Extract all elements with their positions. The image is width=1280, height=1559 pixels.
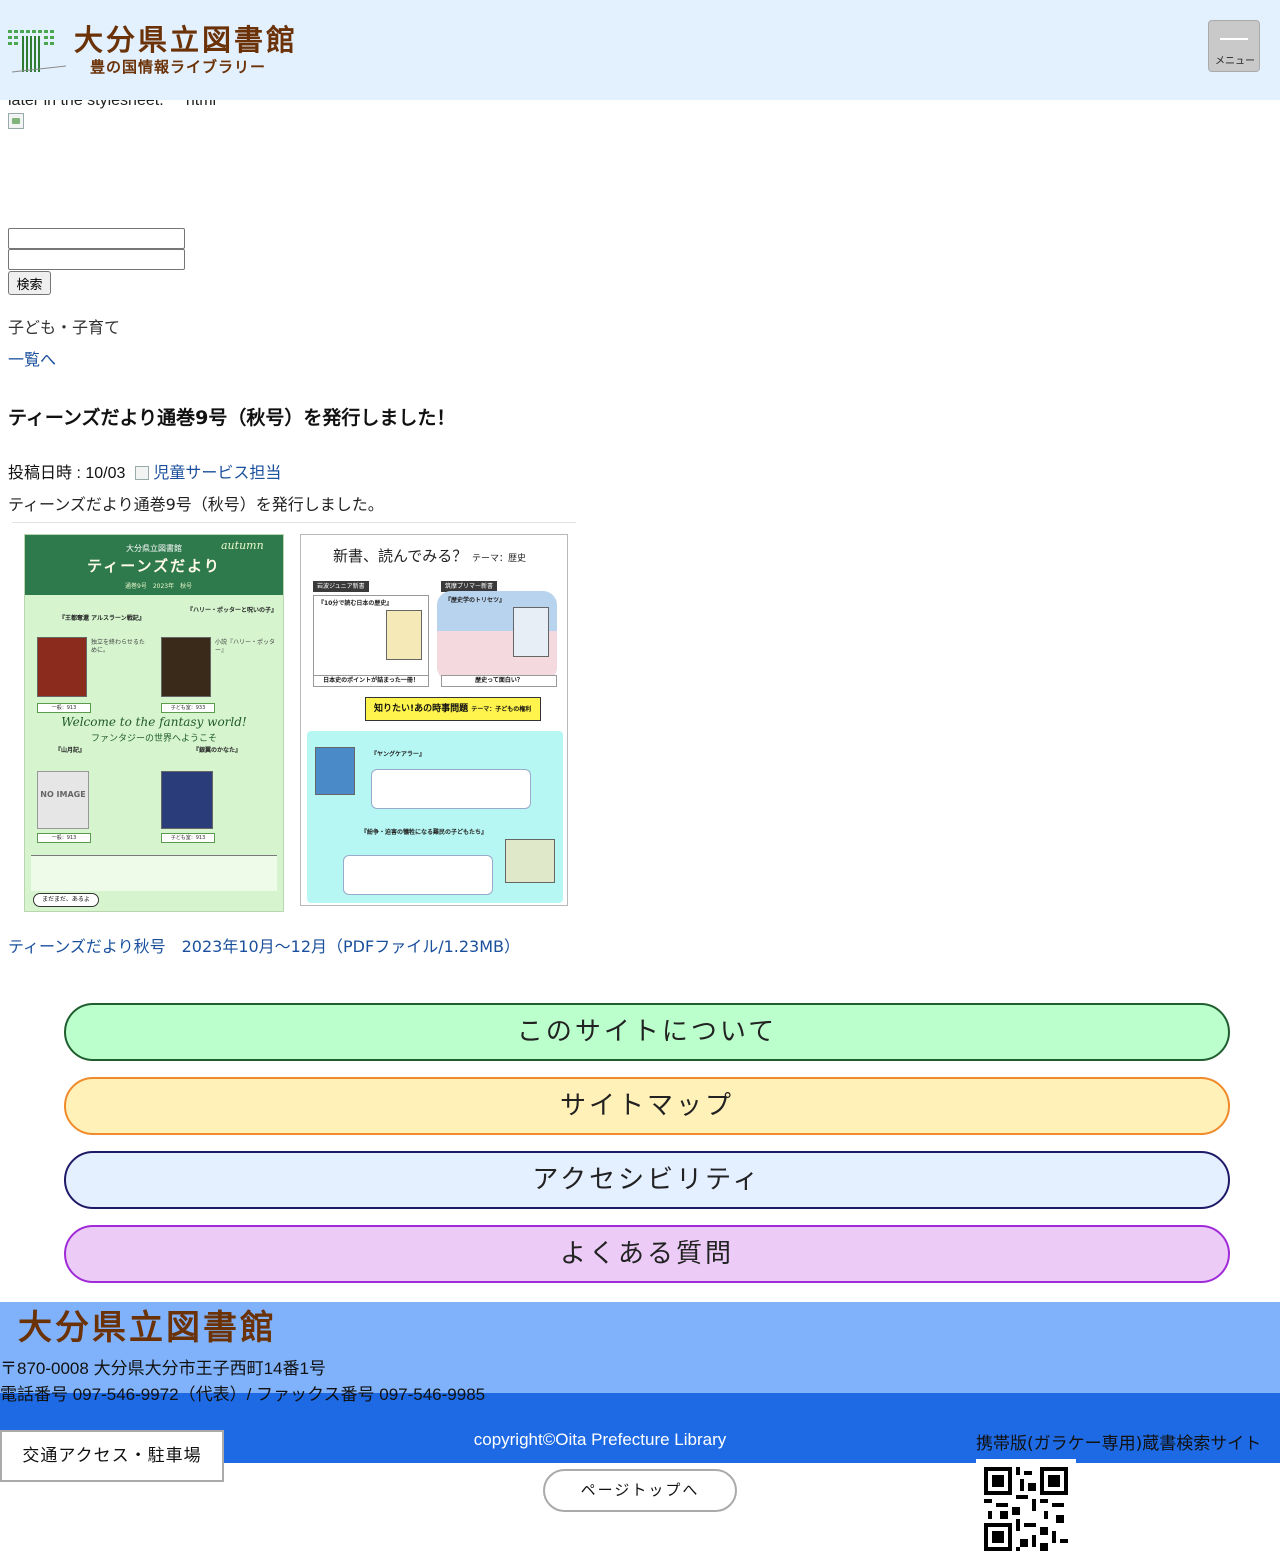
nl-issue: 通巻9号 2023年 秋号: [125, 583, 193, 590]
search-input-2[interactable]: [8, 249, 185, 270]
nl-more-pill: まだまだ、あるよ: [33, 893, 99, 907]
footer-phone: 電話番号 097-546-9972（代表）/ ファックス番号 097-546-9…: [0, 1385, 486, 1404]
footer-logo: 大分県立図書館: [18, 1308, 277, 1348]
post-meta: 投稿日時 : 10/03 児童サービス担当: [8, 462, 281, 485]
nl-tag1: 一般：913: [37, 703, 91, 713]
about-site-button[interactable]: このサイトについて: [64, 1003, 1230, 1061]
logo-subtitle: 豊の国情報ライブラリー: [90, 58, 267, 76]
site-header: 大分県立図書館 豊の国情報ライブラリー メニュー: [0, 0, 1280, 100]
author-link[interactable]: 児童サービス担当: [153, 463, 281, 482]
nl-welcome-en: Welcome to the fantasy world!: [61, 715, 247, 729]
nl-box-right: 『歴史学のトリセツ』: [437, 591, 557, 681]
post-date: 投稿日時 : 10/03: [8, 465, 126, 482]
nl-current-events-banner: 知りたい!あの時事問題 テーマ：子どもの権利: [365, 697, 541, 721]
newsletter-page-left: 大分県立図書館 ティーンズだより autumn 通巻9号 2023年 秋号 『王…: [24, 534, 284, 912]
access-parking-button[interactable]: 交通アクセス・駐車場: [0, 1430, 224, 1482]
hamburger-icon: [1220, 38, 1248, 40]
nl-book2: 『ハリー・ポッターと呪いの子』: [187, 607, 278, 614]
category-label: 子ども・子育て: [8, 318, 121, 337]
nl-btn-left: 日本史のポイントが詰まった一冊！: [313, 675, 429, 687]
divider: [12, 522, 576, 523]
footer-top: 大分県立図書館: [0, 1302, 1280, 1394]
nl-tag3: 一般：913: [37, 833, 91, 843]
pdf-download-link[interactable]: ティーンズだより秋号 2023年10月～12月（PDFファイル/1.23MB）: [8, 936, 520, 958]
broken-image-icon: [8, 113, 24, 129]
back-to-list-link[interactable]: 一覧へ: [8, 350, 56, 370]
menu-button[interactable]: メニュー: [1208, 20, 1260, 72]
nl-cover1: [37, 637, 87, 697]
sitemap-button[interactable]: サイトマップ: [64, 1077, 1230, 1135]
nl-tag2: 子ども室：933: [161, 703, 215, 713]
faq-button[interactable]: よくある質問: [64, 1225, 1230, 1283]
nl-cover2: [161, 637, 211, 697]
author-image-icon: [135, 466, 150, 480]
nl-booklist-table: [31, 855, 277, 891]
search-input-1[interactable]: [8, 228, 185, 249]
nl-welcome-jp: ファンタジーの世界へようこそ: [90, 734, 217, 744]
nl-btn-right: 歴史って面白い？: [441, 675, 557, 687]
chalkboard-header: 大分県立図書館 ティーンズだより autumn 通巻9号 2023年 秋号: [25, 535, 283, 595]
nl-label-left: 岩波ジュニア新書: [313, 581, 369, 592]
footer-address: 〒870-0008 大分県大分市王子西町14番1号: [0, 1359, 326, 1378]
nl-tag4: 子ども室：913: [161, 833, 215, 843]
nl-book3: 『山月記』: [55, 747, 86, 754]
newsletter-image: 大分県立図書館 ティーンズだより autumn 通巻9号 2023年 秋号 『王…: [14, 528, 574, 918]
search-button[interactable]: 検索: [8, 271, 51, 295]
nl-title: ティーンズだより: [87, 557, 221, 575]
accessibility-button[interactable]: アクセシビリティ: [64, 1151, 1230, 1209]
nl-no-image: NO IMAGE: [37, 771, 89, 829]
qr-code-icon: [976, 1459, 1076, 1559]
article-title: ティーンズだより通巻9号（秋号）を発行しました！: [8, 407, 456, 429]
nl-box-left: 『10分で読む日本の歴史』: [313, 595, 429, 687]
logo-title: 大分県立図書館: [74, 23, 299, 57]
nl-shinsho-heading: 新書、読んでみる？ テーマ：歴史: [333, 547, 527, 565]
newsletter-page-right: 新書、読んでみる？ テーマ：歴史 岩波ジュニア新書 筑摩プリマー新書 『10分で…: [300, 534, 568, 906]
menu-button-label: メニュー: [1215, 56, 1255, 67]
nl-book1: 『王都奪還 アルスラーン戦記』: [59, 615, 145, 622]
library-logo-icon: [8, 30, 66, 73]
article-intro: ティーンズだより通巻9号（秋号）を発行しました。: [8, 495, 384, 514]
nl-cyan-area: 『ヤングケアラー』 『紛争・迫害の犠牲になる難民の子どもたち』: [307, 731, 563, 903]
mobile-site-link[interactable]: 携帯版(ガラケー専用)蔵書検索サイト: [976, 1433, 1261, 1455]
nl-cover4: [161, 771, 213, 829]
page-top-button[interactable]: ページトップへ: [543, 1469, 737, 1512]
nl-season: autumn: [221, 539, 264, 552]
site-logo[interactable]: 大分県立図書館 豊の国情報ライブラリー: [8, 22, 298, 78]
nl-book4: 『銀翼のかなた』: [193, 747, 242, 754]
